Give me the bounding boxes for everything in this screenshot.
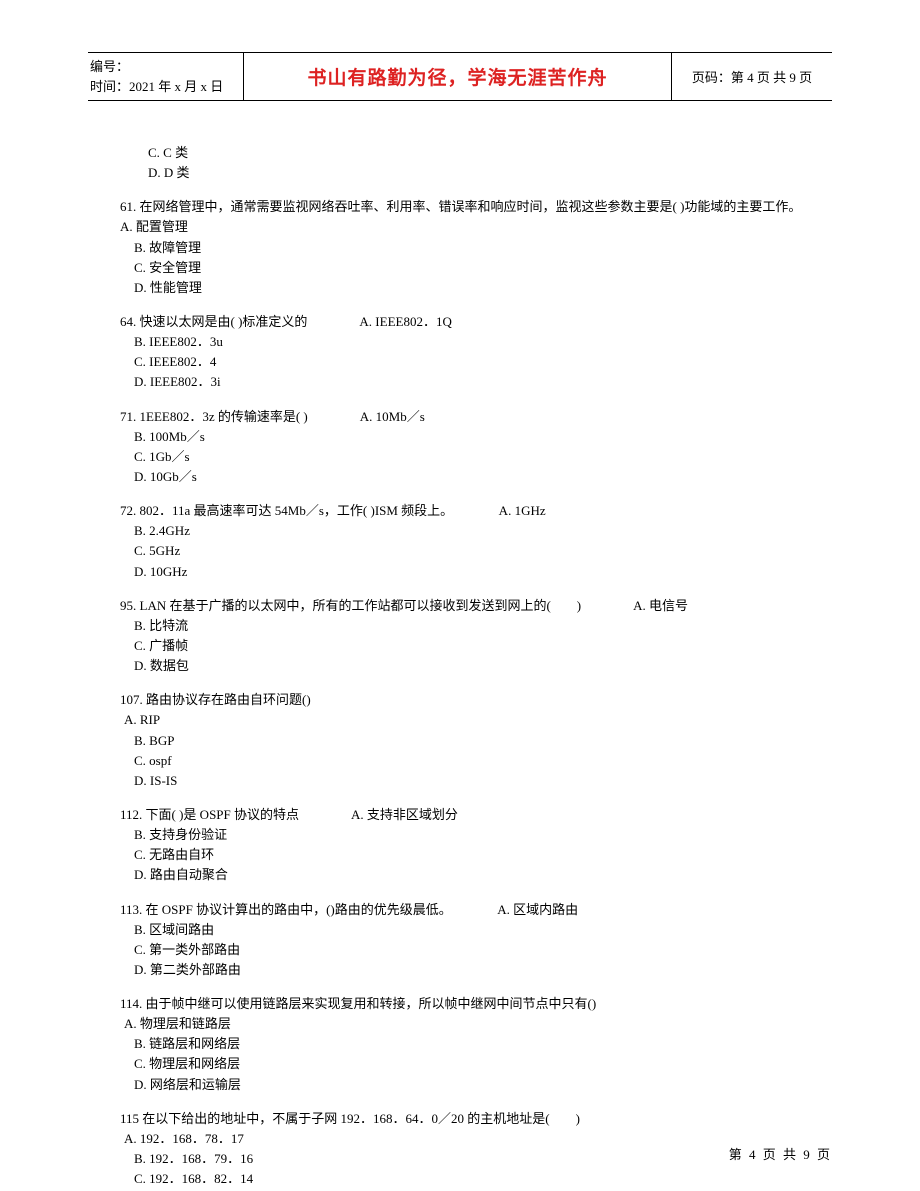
- time-value: 2021 年 x 月 x 日: [129, 79, 223, 94]
- option-c: C. 无路由自环: [120, 845, 832, 865]
- question-stem: 115 在以下给出的地址中，不属于子网 192．168．64．0／20 的主机地…: [120, 1109, 832, 1129]
- option-c: C. 5GHz: [120, 541, 832, 561]
- question-71: 71. 1EEE802．3z 的传输速率是( ) A. 10Mb／s B. 10…: [120, 407, 832, 488]
- option-d: D. IEEE802．3i: [120, 372, 832, 392]
- option-d: D. 第二类外部路由: [120, 960, 832, 980]
- header-motto: 书山有路勤为径，学海无涯苦作舟: [243, 53, 672, 100]
- option-b: B. IEEE802．3u: [120, 332, 832, 352]
- time-label: 时间：: [90, 79, 129, 94]
- question-61: 61. 在网络管理中，通常需要监视网络吞吐率、利用率、错误率和响应时间，监视这些…: [120, 197, 832, 298]
- question-stem: 113. 在 OSPF 协议计算出的路由中，()路由的优先级晨低。 A. 区域内…: [120, 900, 832, 920]
- option-b: B. BGP: [120, 731, 832, 751]
- option-c: C. 192．168．82．14: [120, 1169, 832, 1189]
- page-value: 第 4 页 共 9 页: [731, 67, 812, 86]
- page-label: 页码：: [692, 67, 731, 86]
- option-c: C. 广播帧: [120, 636, 832, 656]
- question-114: 114. 由于帧中继可以使用链路层来实现复用和转接，所以帧中继网中间节点中只有(…: [120, 994, 832, 1095]
- time-line: 时间：2021 年 x 月 x 日: [90, 77, 243, 97]
- option-c: C. ospf: [120, 751, 832, 771]
- page-header: 编号： 时间：2021 年 x 月 x 日 书山有路勤为径，学海无涯苦作舟 页码…: [88, 52, 832, 101]
- option-c: C. C 类: [120, 143, 832, 163]
- page-footer: 第 4 页 共 9 页: [729, 1144, 832, 1163]
- question-stem: 112. 下面( )是 OSPF 协议的特点 A. 支持非区域划分: [120, 805, 832, 825]
- option-b: B. 故障管理: [120, 238, 832, 258]
- question-stem: 71. 1EEE802．3z 的传输速率是( ) A. 10Mb／s: [120, 407, 832, 427]
- option-c: C. 物理层和网络层: [120, 1054, 832, 1074]
- question-64: 64. 快速以太网是由( )标准定义的 A. IEEE802．1Q B. IEE…: [120, 312, 832, 393]
- option-c: C. 安全管理: [120, 258, 832, 278]
- option-b: B. 比特流: [120, 616, 832, 636]
- question-stem: 107. 路由协议存在路由自环问题(): [120, 690, 832, 710]
- question-stem: 61. 在网络管理中，通常需要监视网络吞吐率、利用率、错误率和响应时间，监视这些…: [120, 197, 832, 237]
- option-d: D. 10GHz: [120, 562, 832, 582]
- option-c: C. 第一类外部路由: [120, 940, 832, 960]
- option-d: D. 数据包: [120, 656, 832, 676]
- question-95: 95. LAN 在基于广播的以太网中，所有的工作站都可以接收到发送到网上的( )…: [120, 596, 832, 677]
- option-c: C. IEEE802．4: [120, 352, 832, 372]
- header-page-cell: 页码：第 4 页 共 9 页: [672, 53, 832, 100]
- option-d: D. 性能管理: [120, 278, 832, 298]
- question-113: 113. 在 OSPF 协议计算出的路由中，()路由的优先级晨低。 A. 区域内…: [120, 900, 832, 981]
- question-112: 112. 下面( )是 OSPF 协议的特点 A. 支持非区域划分 B. 支持身…: [120, 805, 832, 886]
- question-stem: 95. LAN 在基于广播的以太网中，所有的工作站都可以接收到发送到网上的( )…: [120, 596, 832, 616]
- header-left-cell: 编号： 时间：2021 年 x 月 x 日: [88, 53, 243, 100]
- option-d: D. IS-IS: [120, 771, 832, 791]
- option-a: A. 物理层和链路层: [120, 1014, 832, 1034]
- option-b: B. 支持身份验证: [120, 825, 832, 845]
- option-b: B. 192．168．79．16: [120, 1149, 832, 1169]
- question-115: 115 在以下给出的地址中，不属于子网 192．168．64．0／20 的主机地…: [120, 1109, 832, 1190]
- question-107: 107. 路由协议存在路由自环问题() A. RIP B. BGP C. osp…: [120, 690, 832, 791]
- option-d: D. D 类: [120, 163, 832, 183]
- option-b: B. 链路层和网络层: [120, 1034, 832, 1054]
- option-a: A. 192．168．78．17: [120, 1129, 832, 1149]
- option-d: D. 网络层和运输层: [120, 1075, 832, 1095]
- prev-question-tail: C. C 类 D. D 类: [120, 143, 832, 183]
- question-72: 72. 802．11a 最高速率可达 54Mb／s，工作( )ISM 频段上。 …: [120, 501, 832, 582]
- option-d: D. 路由自动聚合: [120, 865, 832, 885]
- option-b: B. 100Mb／s: [120, 427, 832, 447]
- option-c: C. 1Gb／s: [120, 447, 832, 467]
- option-b: B. 区域间路由: [120, 920, 832, 940]
- document-body: C. C 类 D. D 类 61. 在网络管理中，通常需要监视网络吞吐率、利用率…: [88, 143, 832, 1189]
- option-a: A. RIP: [120, 710, 832, 730]
- option-b: B. 2.4GHz: [120, 521, 832, 541]
- option-d: D. 10Gb／s: [120, 467, 832, 487]
- question-stem: 64. 快速以太网是由( )标准定义的 A. IEEE802．1Q: [120, 312, 832, 332]
- serial-label: 编号：: [90, 57, 243, 77]
- question-stem: 114. 由于帧中继可以使用链路层来实现复用和转接，所以帧中继网中间节点中只有(…: [120, 994, 832, 1014]
- question-stem: 72. 802．11a 最高速率可达 54Mb／s，工作( )ISM 频段上。 …: [120, 501, 832, 521]
